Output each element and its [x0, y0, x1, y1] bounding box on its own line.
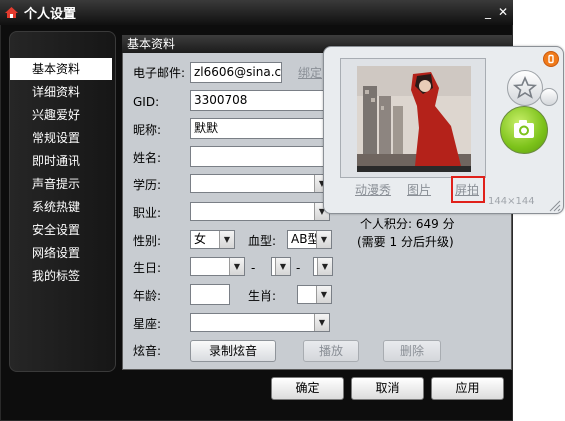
upgrade-text: (需要 1 分后升级)	[357, 235, 454, 249]
app-logo-icon	[5, 7, 18, 18]
popup-tab-screenshot[interactable]: 屏拍	[455, 181, 479, 198]
gender-value: 女	[194, 232, 207, 246]
birthday-year-select[interactable]: ▼	[190, 257, 245, 276]
title-bar	[0, 0, 513, 25]
blood-type-select[interactable]: AB型 ▼	[287, 230, 332, 249]
birthday-label: 生日:	[133, 261, 162, 275]
education-label: 学历:	[133, 178, 162, 192]
ringtone-label: 炫音:	[133, 344, 162, 358]
occupation-select[interactable]: ▼	[190, 202, 330, 221]
power-icon	[548, 54, 554, 64]
window-title: 个人设置	[24, 7, 77, 22]
chevron-down-icon[interactable]: ▼	[229, 258, 244, 275]
points-text: 个人积分: 649 分	[360, 217, 455, 231]
nickname-field[interactable]: 默默	[190, 118, 330, 139]
sidebar-item-interests[interactable]: 兴趣爱好	[10, 104, 112, 126]
birthday-day-select[interactable]: ▼	[313, 257, 333, 276]
email-field[interactable]: zl6606@sina.com	[190, 62, 282, 83]
blood-type-label: 血型:	[248, 234, 277, 248]
resize-grip-icon[interactable]	[547, 198, 561, 212]
star-icon	[512, 75, 538, 99]
age-field[interactable]	[190, 284, 230, 305]
chevron-down-icon[interactable]: ▼	[219, 231, 234, 248]
bind-email-link[interactable]: 绑定	[298, 65, 322, 81]
constellation-label: 星座:	[133, 317, 162, 331]
small-round-button[interactable]	[540, 88, 558, 106]
avatar-image	[357, 66, 471, 172]
email-label: 电子邮件:	[133, 66, 186, 80]
occupation-label: 职业:	[133, 206, 162, 220]
favorite-button[interactable]	[507, 70, 543, 106]
gid-label: GID:	[133, 95, 160, 109]
sidebar-item-network[interactable]: 网络设置	[10, 242, 112, 264]
popup-tab-picture[interactable]: 图片	[407, 181, 431, 198]
gender-select[interactable]: 女 ▼	[190, 230, 235, 249]
camera-icon	[514, 120, 534, 138]
birthday-month-select[interactable]: ▼	[271, 257, 291, 276]
minimize-button[interactable]: _	[481, 5, 495, 19]
birthday-separator: -	[296, 261, 301, 275]
sidebar-item-basic-info[interactable]: 基本资料	[10, 58, 112, 80]
sidebar-item-general[interactable]: 常规设置	[10, 127, 112, 149]
play-ringtone-button[interactable]: 播放	[303, 340, 359, 362]
gender-label: 性别:	[133, 234, 162, 248]
sidebar-item-im[interactable]: 即时通讯	[10, 150, 112, 172]
chevron-down-icon[interactable]: ▼	[314, 314, 329, 331]
sidebar-item-security[interactable]: 安全设置	[10, 219, 112, 241]
birthday-separator: -	[251, 261, 256, 275]
popup-tab-animation[interactable]: 动漫秀	[355, 181, 391, 198]
camera-button[interactable]	[500, 106, 548, 154]
chevron-down-icon[interactable]: ▼	[317, 258, 332, 275]
age-label: 年龄:	[133, 289, 162, 303]
record-ringtone-button[interactable]: 录制炫音	[190, 340, 276, 362]
ok-button[interactable]: 确定	[271, 377, 344, 400]
name-field[interactable]	[190, 146, 330, 167]
chevron-down-icon[interactable]: ▼	[275, 258, 290, 275]
sidebar-item-hotkeys[interactable]: 系统热键	[10, 196, 112, 218]
sidebar-item-sound[interactable]: 声音提示	[10, 173, 112, 195]
education-select[interactable]: ▼	[190, 174, 330, 193]
gid-field[interactable]: 3300708	[190, 90, 330, 111]
nickname-label: 昵称:	[133, 123, 162, 137]
zodiac-select[interactable]: ▼	[297, 285, 332, 304]
sidebar-item-detailed-info[interactable]: 详细资料	[10, 81, 112, 103]
size-hint: 144×144	[488, 196, 535, 207]
popup-close-button[interactable]	[543, 51, 559, 67]
name-label: 姓名:	[133, 151, 162, 165]
cancel-button[interactable]: 取消	[351, 377, 424, 400]
chevron-down-icon[interactable]: ▼	[316, 286, 331, 303]
zodiac-label: 生肖:	[248, 289, 277, 303]
close-button[interactable]: ✕	[496, 5, 510, 19]
sidebar-item-tags[interactable]: 我的标签	[10, 265, 112, 287]
constellation-select[interactable]: ▼	[190, 313, 330, 332]
chevron-down-icon[interactable]: ▼	[316, 231, 331, 248]
delete-ringtone-button[interactable]: 删除	[383, 340, 441, 362]
apply-button[interactable]: 应用	[431, 377, 504, 400]
